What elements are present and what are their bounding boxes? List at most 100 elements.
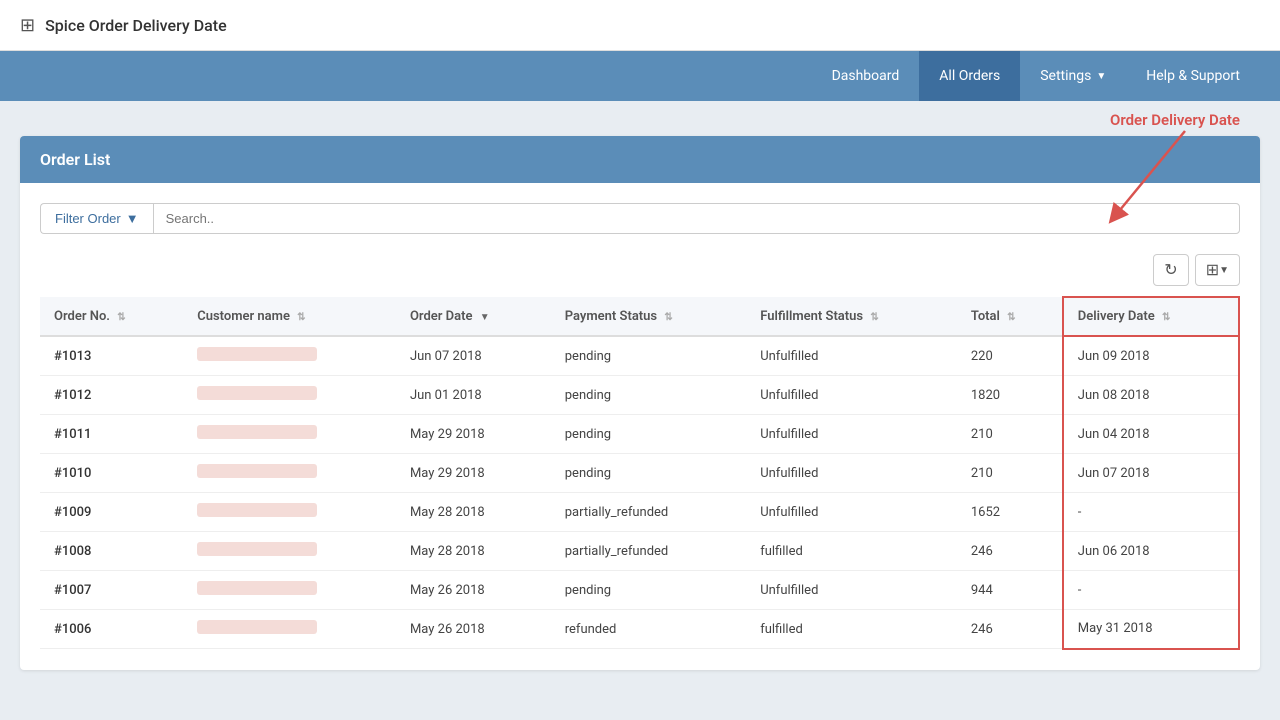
cell-customer-name [183,493,396,532]
table-row[interactable]: #1013 Jun 07 2018 pending Unfulfilled 22… [40,336,1239,376]
view-icon: ⊞ [1206,260,1219,280]
table-body: #1013 Jun 07 2018 pending Unfulfilled 22… [40,336,1239,649]
refresh-button[interactable]: ↻ [1153,254,1188,286]
nav-dashboard[interactable]: Dashboard [812,51,920,101]
cell-fulfillment-status: Unfulfilled [746,336,957,376]
table-row[interactable]: #1011 May 29 2018 pending Unfulfilled 21… [40,415,1239,454]
cell-fulfillment-status: Unfulfilled [746,493,957,532]
orders-table-container: Order No. ⇅ Customer name ⇅ Order Date ▼ [40,296,1240,650]
cell-order-date: May 28 2018 [396,532,551,571]
col-header-customer-name: Customer name ⇅ [183,297,396,336]
app-title: Spice Order Delivery Date [45,16,227,35]
cell-fulfillment-status: Unfulfilled [746,415,957,454]
cell-order-date: May 29 2018 [396,415,551,454]
cell-order-no: #1010 [40,454,183,493]
cell-fulfillment-status: fulfilled [746,610,957,649]
table-row[interactable]: #1010 May 29 2018 pending Unfulfilled 21… [40,454,1239,493]
cell-customer-name [183,376,396,415]
cell-total: 246 [957,532,1063,571]
order-list-card: Order List Filter Order ▼ ↻ ⊞ ▼ [20,136,1260,670]
cell-delivery-date: Jun 08 2018 [1063,376,1239,415]
nav-bar: Dashboard All Orders Settings ▼ Help & S… [0,51,1280,101]
sort-icon-order-no[interactable]: ⇅ [117,312,125,323]
nav-help-support[interactable]: Help & Support [1126,51,1260,101]
cell-total: 944 [957,571,1063,610]
cell-payment-status: pending [551,454,746,493]
search-input[interactable] [153,203,1240,234]
col-header-order-date: Order Date ▼ [396,297,551,336]
cell-payment-status: refunded [551,610,746,649]
cell-customer-name [183,571,396,610]
cell-fulfillment-status: Unfulfilled [746,571,957,610]
table-row[interactable]: #1012 Jun 01 2018 pending Unfulfilled 18… [40,376,1239,415]
sort-icon-fulfillment[interactable]: ⇅ [870,312,878,323]
cell-payment-status: pending [551,336,746,376]
cell-order-no: #1008 [40,532,183,571]
filter-order-button[interactable]: Filter Order ▼ [40,203,153,234]
app-logo-icon: ⊞ [20,15,35,36]
cell-order-date: May 29 2018 [396,454,551,493]
cell-fulfillment-status: Unfulfilled [746,454,957,493]
app-header: ⊞ Spice Order Delivery Date [0,0,1280,51]
orders-table: Order No. ⇅ Customer name ⇅ Order Date ▼ [40,296,1240,650]
cell-delivery-date: Jun 06 2018 [1063,532,1239,571]
cell-order-no: #1011 [40,415,183,454]
cell-total: 1820 [957,376,1063,415]
cell-customer-name [183,454,396,493]
cell-total: 210 [957,454,1063,493]
card-body: Filter Order ▼ ↻ ⊞ ▼ [20,183,1260,670]
sort-icon-payment[interactable]: ⇅ [664,312,672,323]
table-row[interactable]: #1009 May 28 2018 partially_refunded Unf… [40,493,1239,532]
cell-order-no: #1013 [40,336,183,376]
annotation-label: Order Delivery Date [1110,111,1240,129]
col-header-order-no: Order No. ⇅ [40,297,183,336]
cell-order-date: Jun 07 2018 [396,336,551,376]
cell-delivery-date: - [1063,571,1239,610]
cell-delivery-date: Jun 09 2018 [1063,336,1239,376]
cell-order-date: May 28 2018 [396,493,551,532]
cell-delivery-date: May 31 2018 [1063,610,1239,649]
cell-fulfillment-status: fulfilled [746,532,957,571]
cell-order-date: Jun 01 2018 [396,376,551,415]
cell-delivery-date: Jun 04 2018 [1063,415,1239,454]
cell-payment-status: pending [551,376,746,415]
nav-settings[interactable]: Settings ▼ [1020,51,1126,101]
col-header-delivery-date: Delivery Date ⇅ [1063,297,1239,336]
app-title-area: ⊞ Spice Order Delivery Date [20,15,227,36]
cell-payment-status: partially_refunded [551,493,746,532]
cell-total: 246 [957,610,1063,649]
cell-payment-status: pending [551,571,746,610]
sort-icon-order-date[interactable]: ▼ [480,312,490,323]
sort-icon-total[interactable]: ⇅ [1007,312,1015,323]
toolbar: ↻ ⊞ ▼ [40,254,1240,286]
table-row[interactable]: #1006 May 26 2018 refunded fulfilled 246… [40,610,1239,649]
cell-order-no: #1012 [40,376,183,415]
cell-order-date: May 26 2018 [396,571,551,610]
table-row[interactable]: #1007 May 26 2018 pending Unfulfilled 94… [40,571,1239,610]
cell-order-no: #1006 [40,610,183,649]
cell-total: 220 [957,336,1063,376]
table-header-row: Order No. ⇅ Customer name ⇅ Order Date ▼ [40,297,1239,336]
table-row[interactable]: #1008 May 28 2018 partially_refunded ful… [40,532,1239,571]
card-header: Order List [20,136,1260,183]
card-title: Order List [40,150,110,169]
cell-fulfillment-status: Unfulfilled [746,376,957,415]
sort-icon-delivery[interactable]: ⇅ [1162,312,1170,323]
cell-total: 210 [957,415,1063,454]
cell-total: 1652 [957,493,1063,532]
cell-delivery-date: - [1063,493,1239,532]
cell-payment-status: partially_refunded [551,532,746,571]
sort-icon-customer[interactable]: ⇅ [297,312,305,323]
nav-all-orders[interactable]: All Orders [919,51,1020,101]
view-toggle-button[interactable]: ⊞ ▼ [1195,254,1240,286]
refresh-icon: ↻ [1164,260,1177,280]
settings-dropdown-icon: ▼ [1096,71,1106,82]
cell-payment-status: pending [551,415,746,454]
col-header-payment-status: Payment Status ⇅ [551,297,746,336]
filter-dropdown-icon: ▼ [126,211,139,226]
view-dropdown-icon: ▼ [1219,265,1229,276]
filter-row: Filter Order ▼ [40,203,1240,234]
cell-customer-name [183,532,396,571]
cell-customer-name [183,610,396,649]
cell-delivery-date: Jun 07 2018 [1063,454,1239,493]
